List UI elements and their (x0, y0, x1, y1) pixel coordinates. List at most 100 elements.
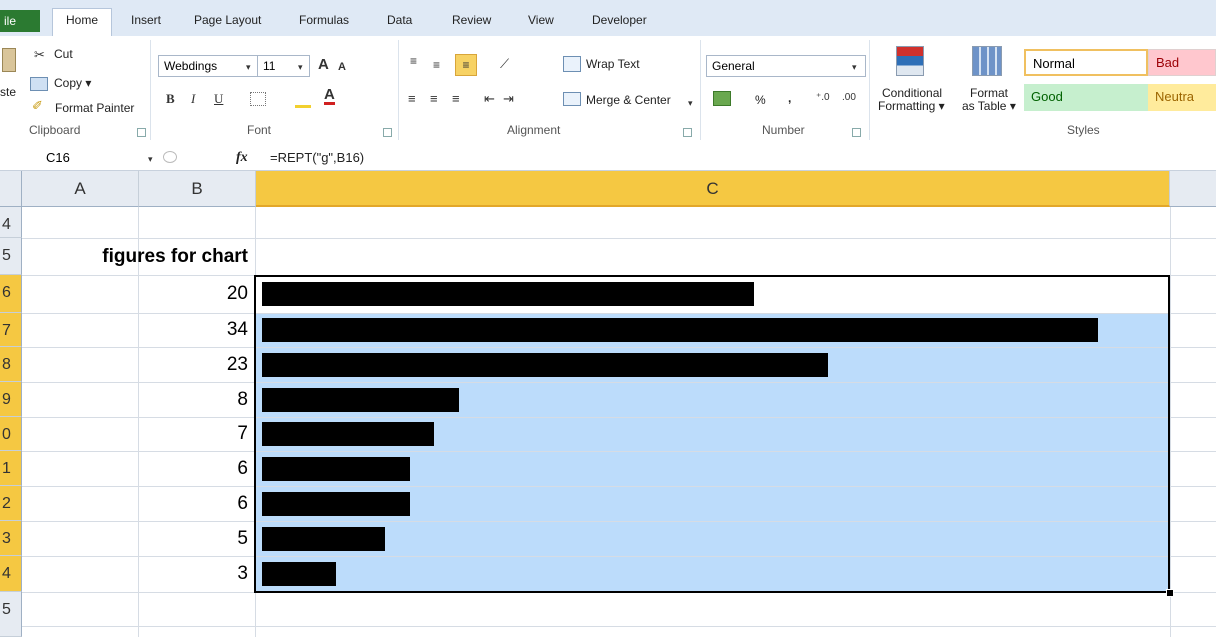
decrease-indent-icon[interactable]: ⇤ (484, 92, 495, 106)
comma-style-button[interactable]: , (788, 91, 791, 105)
column-header-a[interactable]: A (22, 171, 139, 207)
copy-icon (30, 77, 48, 91)
cut-button[interactable]: Cut (54, 47, 73, 61)
font-size-dropdown-icon[interactable]: ▾ (298, 60, 303, 74)
clipboard-group-label: Clipboard (29, 123, 81, 137)
group-separator (869, 40, 870, 140)
formula-input[interactable]: =REPT("g",B16) (270, 150, 364, 165)
style-good[interactable]: Good (1024, 84, 1148, 111)
name-box[interactable]: C16 (6, 148, 156, 168)
align-center-icon[interactable]: ≡ (430, 92, 438, 106)
paintbrush-icon: ✐ (32, 98, 43, 113)
decrease-decimal-icon[interactable]: .00 (842, 91, 856, 105)
conditional-formatting-label-1[interactable]: Conditional (882, 86, 942, 100)
copy-button[interactable]: Copy ▾ (54, 76, 91, 90)
wrap-text-button[interactable]: Wrap Text (586, 57, 640, 71)
column-header-d[interactable] (1170, 171, 1216, 207)
value-cell[interactable]: 6 (140, 451, 248, 486)
paste-icon[interactable] (2, 48, 16, 72)
tab-data[interactable]: Data (387, 13, 412, 27)
merge-dropdown-icon[interactable]: ▾ (688, 96, 693, 110)
tab-view[interactable]: View (528, 13, 554, 27)
align-right-icon[interactable]: ≡ (452, 92, 460, 106)
tab-page-layout[interactable]: Page Layout (194, 13, 261, 27)
align-bottom-icon[interactable]: ≡ (455, 54, 477, 76)
value-cell[interactable]: 6 (140, 486, 248, 521)
tab-developer[interactable]: Developer (592, 13, 647, 27)
scissors-icon: ✂ (34, 47, 45, 62)
value-cell[interactable]: 34 (140, 313, 248, 347)
select-all-corner[interactable] (0, 171, 22, 207)
font-color-icon[interactable]: A (324, 87, 335, 105)
format-painter-button[interactable]: Format Painter (55, 101, 134, 115)
column-header-b[interactable]: B (139, 171, 256, 207)
italic-icon[interactable]: I (191, 92, 195, 106)
row-header[interactable]: 1 (0, 451, 22, 486)
number-format-dropdown-icon[interactable]: ▾ (852, 60, 857, 74)
heading-cell[interactable]: figures for chart (60, 238, 248, 275)
shrink-font-icon[interactable]: A (338, 60, 346, 74)
tab-formulas[interactable]: Formulas (299, 13, 349, 27)
format-as-table-label-1[interactable]: Format (970, 86, 1008, 100)
gridline (22, 626, 1216, 627)
fill-color-icon[interactable] (295, 91, 311, 108)
format-as-table-label-2[interactable]: as Table ▾ (962, 99, 1016, 113)
fill-handle[interactable] (1166, 589, 1174, 597)
value-cell[interactable]: 23 (140, 347, 248, 382)
borders-icon[interactable] (250, 92, 266, 106)
increase-decimal-icon[interactable]: ⁺.0 (816, 91, 830, 105)
increase-indent-icon[interactable]: ⇥ (503, 92, 514, 106)
clipboard-launcher-icon[interactable] (137, 128, 146, 137)
percent-style-button[interactable]: % (755, 93, 766, 107)
row-header[interactable]: 4 (0, 207, 22, 238)
number-launcher-icon[interactable] (852, 128, 861, 137)
underline-icon[interactable]: U (214, 92, 223, 106)
value-cell[interactable]: 5 (140, 521, 248, 556)
tab-review[interactable]: Review (452, 13, 491, 27)
font-name-box[interactable]: Webdings (158, 55, 258, 77)
gridline (1170, 207, 1171, 637)
merge-center-button[interactable]: Merge & Center (586, 93, 671, 107)
tab-insert[interactable]: Insert (131, 13, 161, 27)
number-format-box[interactable]: General (706, 55, 866, 77)
row-header[interactable]: 2 (0, 486, 22, 521)
row-header[interactable]: 9 (0, 382, 22, 417)
row-header[interactable]: 4 (0, 556, 22, 592)
conditional-formatting-label-2[interactable]: Formatting ▾ (878, 99, 945, 113)
font-dropdown-icon[interactable]: ▾ (246, 60, 251, 74)
align-middle-icon[interactable]: ≡ (433, 58, 440, 72)
grow-font-icon[interactable]: A (318, 57, 329, 72)
style-normal[interactable]: Normal (1024, 49, 1148, 76)
formula-bar: C16 ▾ fx =REPT("g",B16) (0, 146, 1216, 171)
value-cell[interactable]: 20 (140, 275, 248, 313)
align-top-icon[interactable]: ≡ (410, 54, 417, 68)
row-header[interactable]: 6 (0, 275, 22, 313)
row-header[interactable]: 5 (0, 592, 22, 637)
value-cell[interactable]: 3 (140, 556, 248, 592)
row-header[interactable]: 0 (0, 417, 22, 451)
row-header[interactable]: 8 (0, 347, 22, 382)
bold-icon[interactable]: B (166, 92, 175, 106)
tab-home[interactable]: Home (66, 13, 98, 27)
column-header-c[interactable]: C (256, 171, 1170, 207)
insert-function-button[interactable]: fx (236, 150, 248, 166)
paste-label[interactable]: ste (0, 85, 16, 99)
ribbon: ste ✂ Cut Copy ▾ ✐ Format Painter Clipbo… (0, 36, 1216, 147)
row-header[interactable]: 3 (0, 521, 22, 556)
currency-icon[interactable] (713, 91, 731, 106)
value-cell[interactable]: 7 (140, 417, 248, 451)
style-neutral[interactable]: Neutra (1148, 84, 1216, 111)
orientation-icon[interactable]: ⟋ (500, 57, 509, 71)
tab-file[interactable]: ile (0, 10, 40, 32)
align-left-icon[interactable]: ≡ (408, 92, 416, 106)
style-bad[interactable]: Bad (1148, 49, 1216, 76)
wrap-text-icon (563, 56, 581, 72)
alignment-launcher-icon[interactable] (683, 128, 692, 137)
name-box-dropdown-icon[interactable]: ▾ (148, 152, 153, 166)
font-launcher-icon[interactable] (383, 128, 392, 137)
row-header[interactable]: 5 (0, 238, 22, 275)
ribbon-tab-bar: ile Home Insert Page Layout Formulas Dat… (0, 0, 1216, 37)
row-header[interactable]: 7 (0, 313, 22, 347)
number-group-label: Number (762, 123, 805, 137)
value-cell[interactable]: 8 (140, 382, 248, 417)
